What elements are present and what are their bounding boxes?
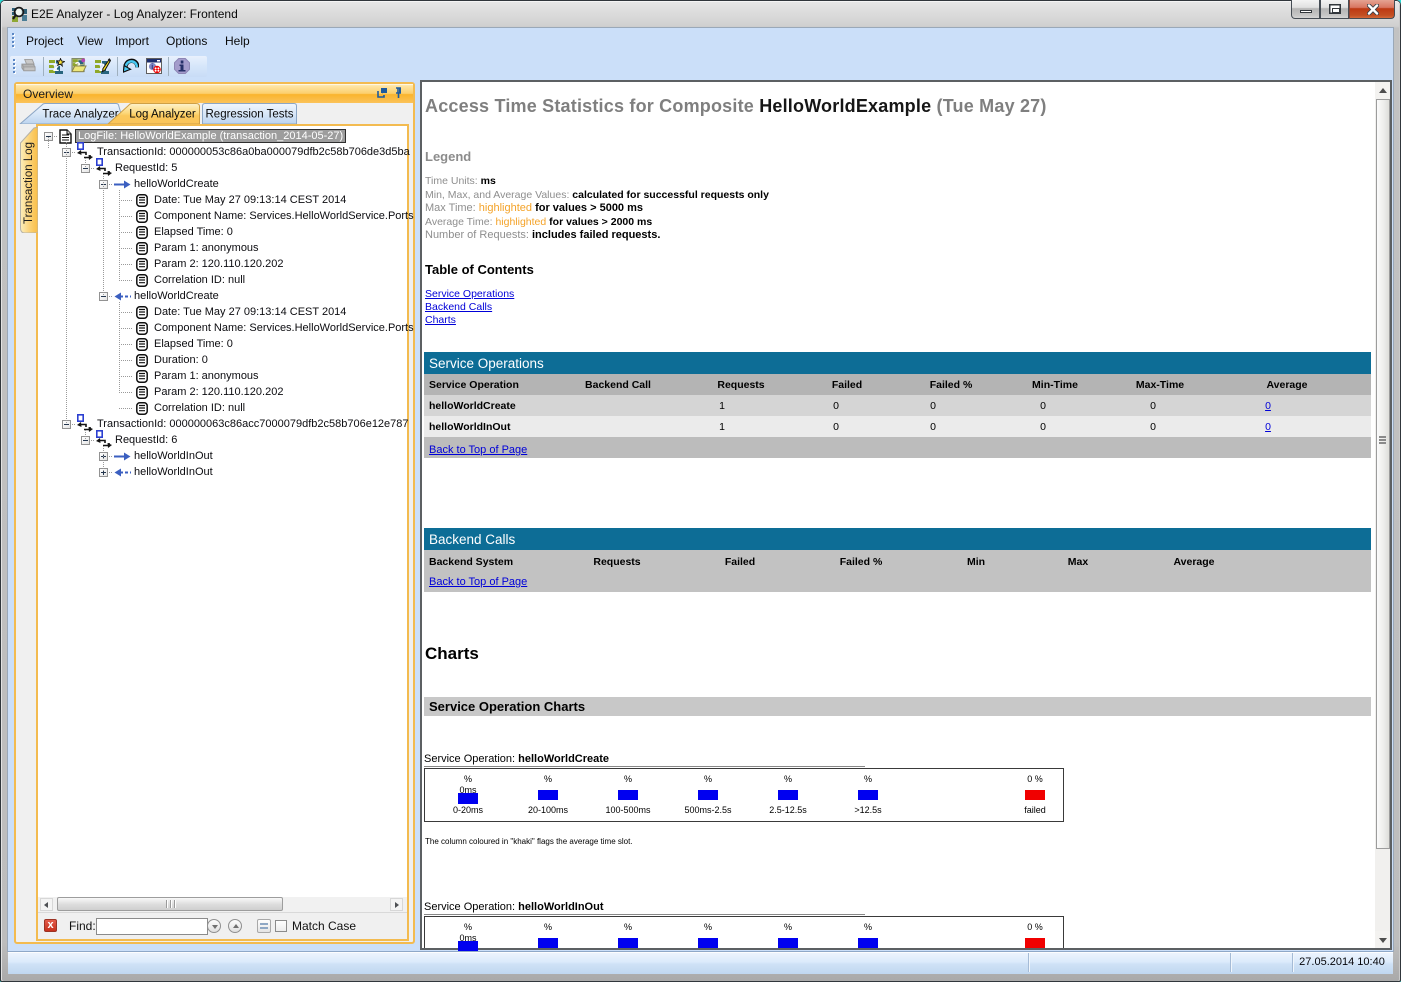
svg-text:Log Analyzer: Log Analyzer (129, 109, 196, 121)
svg-text:i: i (151, 62, 153, 71)
svg-text:Trace Analyzer: Trace Analyzer (42, 109, 118, 121)
svg-text:Transaction Log: Transaction Log (23, 142, 35, 224)
svg-text:Regression Tests: Regression Tests (206, 109, 294, 121)
